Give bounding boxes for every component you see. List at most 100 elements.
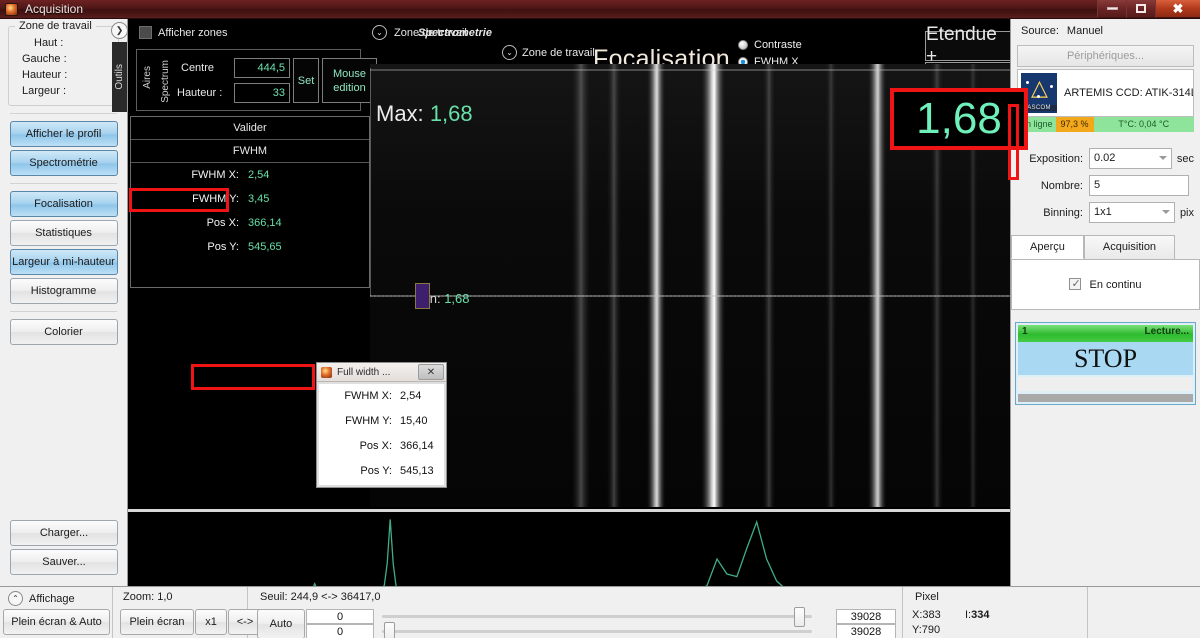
- afficher-profil-button[interactable]: Afficher le profil: [10, 121, 118, 147]
- plein-ecran-auto-button[interactable]: Plein écran & Auto: [3, 609, 110, 635]
- hauteur-label: Hauteur :: [177, 87, 222, 99]
- outils-tab-label: Outils: [114, 64, 125, 90]
- right-panel: Source: Manuel Périphériques... △ ASCOM A…: [1010, 19, 1200, 586]
- zoom-x1-button[interactable]: x1: [195, 609, 227, 635]
- chevron-down-icon-2: ⌄: [506, 48, 513, 57]
- seuil-low-slider-thumb[interactable]: [384, 622, 395, 638]
- center-panel: Afficher zones Spectrometrie ⌄ Zone de t…: [128, 19, 1010, 586]
- popup-close-icon: ✕: [427, 367, 435, 378]
- fwhm-row-y: FWHM Y:3,45: [131, 187, 369, 211]
- en-continu-checkbox-row[interactable]: En continu: [1069, 278, 1141, 291]
- statistiques-button[interactable]: Statistiques: [10, 220, 118, 246]
- nombre-input[interactable]: 5: [1089, 175, 1189, 196]
- fwhm-panel-header: FWHM: [131, 140, 369, 163]
- work-zone-dropdown-button[interactable]: ⌄: [372, 25, 387, 40]
- nombre-label: Nombre:: [1017, 180, 1083, 192]
- popup-app-icon: [321, 367, 332, 378]
- exposition-value: 0.02: [1094, 152, 1115, 164]
- afficher-zones-checkbox[interactable]: [139, 26, 152, 39]
- maximize-button[interactable]: [1126, 0, 1155, 18]
- popup-title: Full width ...: [337, 367, 390, 378]
- minimize-button[interactable]: [1097, 0, 1126, 18]
- tertiary-progress-bar: [1018, 394, 1193, 402]
- seuil-high-input-2[interactable]: 39028: [836, 624, 896, 638]
- pos-y-key: Pos Y:: [131, 235, 239, 259]
- focalisation-button[interactable]: Focalisation: [10, 191, 118, 217]
- seuil-low-input[interactable]: 0: [306, 609, 374, 624]
- center-toolbar: Afficher zones Spectrometrie ⌄ Zone de t…: [128, 19, 1010, 47]
- seuil-auto-button[interactable]: Auto: [257, 609, 305, 638]
- popup-row-pos-y: Pos Y:545,13: [319, 459, 444, 484]
- ascom-dot-3: [1037, 95, 1040, 98]
- fwhm-x-value: 2,54: [248, 169, 269, 181]
- largeur-mi-hauteur-button[interactable]: Largeur à mi-hauteur: [10, 249, 118, 275]
- field-hauteur: Hauteur :: [14, 67, 113, 83]
- hauteur-input[interactable]: 33: [234, 83, 290, 103]
- affichage-label: Affichage: [29, 593, 75, 605]
- affichage-section: ⌃ Affichage Plein écran & Auto: [0, 587, 113, 638]
- spectrometrie-button[interactable]: Spectrométrie: [10, 150, 118, 176]
- sauver-button[interactable]: Sauver...: [10, 549, 118, 575]
- stop-button[interactable]: STOP: [1018, 342, 1193, 375]
- pixel-intensity-value: 334: [971, 609, 989, 621]
- ascom-dot-2: [1050, 85, 1053, 88]
- seuil-high-slider-thumb[interactable]: [794, 607, 805, 627]
- device-row[interactable]: △ ASCOM ARTEMIS CCD: ATIK-314L (7.: [1017, 69, 1194, 117]
- close-button[interactable]: ✖: [1155, 0, 1200, 18]
- exposition-input[interactable]: 0.02: [1089, 148, 1172, 169]
- source-label: Source:: [1021, 25, 1059, 37]
- device-name: ARTEMIS CCD: ATIK-314L (7.: [1064, 87, 1193, 99]
- colorier-button[interactable]: Colorier: [10, 319, 118, 345]
- max-readout: Max: 1,68: [376, 101, 473, 127]
- collapse-icon[interactable]: ⌃: [8, 591, 23, 606]
- centre-input[interactable]: 444,5: [234, 58, 290, 78]
- etendue-plus-button[interactable]: Etendue +: [925, 31, 1010, 61]
- histogramme-button[interactable]: Histogramme: [10, 278, 118, 304]
- pixel-x-readout: X:383: [912, 609, 941, 621]
- tab-apercu[interactable]: Aperçu: [1011, 235, 1084, 259]
- exposition-unit: sec: [1177, 153, 1194, 165]
- divider-3: [10, 311, 117, 312]
- divider-2: [10, 183, 117, 184]
- tab-acquisition[interactable]: Acquisition: [1084, 235, 1175, 259]
- charger-button[interactable]: Charger...: [10, 520, 118, 546]
- peripheriques-button[interactable]: Périphériques...: [1017, 45, 1194, 67]
- zoom-section: Zoom: 1,0 Plein écran x1 <->: [113, 587, 248, 638]
- zoom-label: Zoom: 1,0: [113, 587, 247, 603]
- popup-fwhm-x-key: FWHM X:: [319, 384, 392, 409]
- seuil-high-input[interactable]: 39028: [836, 609, 896, 624]
- sidebar-expand-button[interactable]: ❯: [111, 22, 128, 39]
- pos-x-value: 366,14: [248, 217, 282, 229]
- plein-ecran-button[interactable]: Plein écran: [120, 609, 194, 635]
- seuil-label: Seuil: 244,9 <-> 36417,0: [248, 587, 902, 603]
- valider-button[interactable]: Valider: [131, 117, 369, 140]
- popup-pos-x-value: 366,14: [400, 440, 434, 452]
- seuil-low-input-2[interactable]: 0: [306, 624, 374, 638]
- nombre-row: Nombre: 5: [1017, 175, 1194, 196]
- en-continu-checkbox[interactable]: [1069, 278, 1081, 290]
- minimize-icon: [1107, 7, 1118, 10]
- progress-status: Lecture...: [1145, 326, 1189, 337]
- popup-pos-x-key: Pos X:: [319, 434, 392, 459]
- fwhm-results-panel: Valider FWHM FWHM X:2,54 FWHM Y:3,45 Pos…: [130, 116, 370, 288]
- pixel-y-readout: Y:790: [912, 624, 940, 636]
- centre-label: Centre: [181, 62, 214, 74]
- mouse-edition-button[interactable]: Mouse edition: [322, 58, 377, 103]
- mouse-edition-line2: edition: [333, 81, 365, 95]
- seuil-high-slider[interactable]: [382, 615, 812, 618]
- set-button[interactable]: Set: [293, 58, 319, 103]
- zone-marker-handle[interactable]: [415, 283, 430, 309]
- outils-tab[interactable]: Outils: [112, 42, 127, 112]
- popup-body: FWHM X:2,54 FWHM Y:15,40 Pos X:366,14 Po…: [319, 384, 444, 485]
- popup-close-button[interactable]: ✕: [418, 364, 444, 380]
- spectrum-plot: [128, 509, 1010, 586]
- work-zone-legend: Zone de travail: [15, 20, 96, 32]
- binning-input[interactable]: 1x1: [1089, 202, 1175, 223]
- window-controls: ✖: [1097, 0, 1200, 19]
- source-value: Manuel: [1067, 25, 1103, 37]
- seuil-low-slider[interactable]: [382, 630, 812, 633]
- chevron-right-icon: ❯: [116, 25, 124, 36]
- divider: [10, 113, 117, 114]
- radio-contraste[interactable]: Contraste: [738, 39, 802, 51]
- work-zone-dropdown-button-2[interactable]: ⌄: [502, 45, 517, 60]
